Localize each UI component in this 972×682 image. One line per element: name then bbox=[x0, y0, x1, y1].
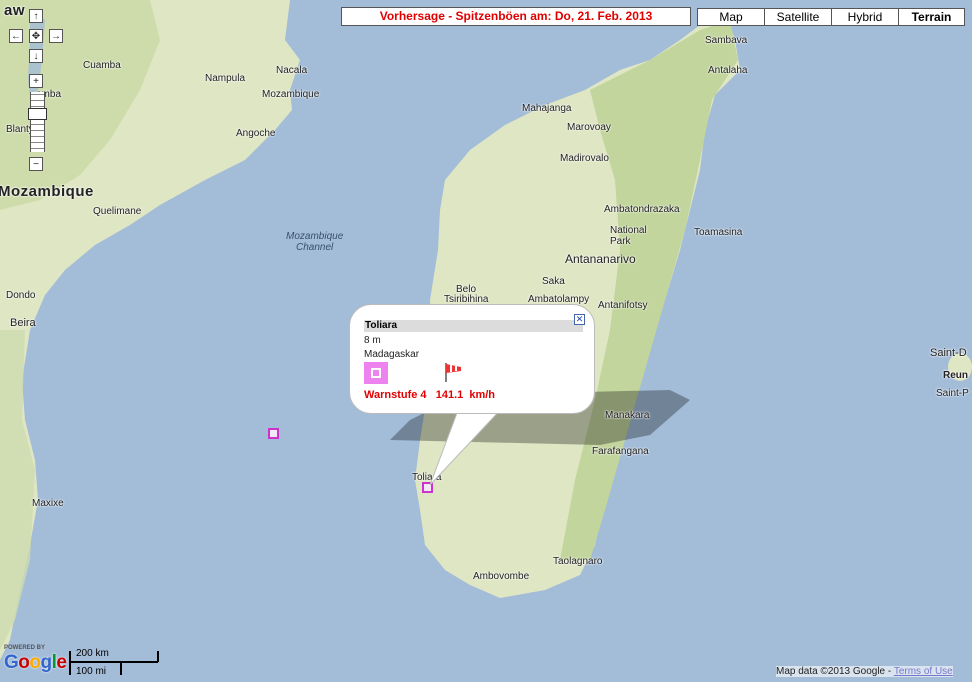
arrow-right-icon: → bbox=[51, 31, 61, 42]
city-antanifotsy: Antanifotsy bbox=[598, 300, 648, 311]
city-quelimane: Quelimane bbox=[93, 206, 142, 217]
google-logo[interactable]: Google bbox=[4, 652, 67, 674]
city-saint-denis: Saint-D bbox=[930, 347, 967, 359]
map-type-hybrid-button[interactable]: Hybrid bbox=[831, 8, 899, 26]
city-nacala: Nacala bbox=[276, 65, 308, 76]
zoom-slider-track[interactable] bbox=[30, 92, 45, 152]
city-cuamba: Cuamba bbox=[83, 60, 121, 71]
city-ambatondrazaka: Ambatondrazaka bbox=[604, 204, 680, 215]
pan-center-button[interactable]: ✥ bbox=[29, 29, 43, 43]
pan-left-button[interactable]: ← bbox=[9, 29, 23, 43]
country-label-malawi: aw bbox=[4, 2, 26, 19]
city-nampula: Nampula bbox=[205, 73, 246, 84]
popup-elevation: 8 m bbox=[364, 335, 381, 346]
sea-label-line2: Channel bbox=[296, 242, 334, 253]
pan-down-button[interactable]: ↓ bbox=[29, 49, 43, 63]
label-national-park: National Park bbox=[610, 225, 647, 247]
city-angoche: Angoche bbox=[236, 128, 276, 139]
windsock-icon bbox=[445, 363, 461, 382]
arrow-up-icon: ↑ bbox=[33, 11, 39, 22]
national-park-line2: Park bbox=[610, 236, 631, 247]
country-label-mozambique: Mozambique bbox=[0, 183, 94, 200]
copyright-label: Map data ©2013 Google - bbox=[776, 666, 894, 677]
map-type-map-button[interactable]: Map bbox=[697, 8, 765, 26]
info-popup[interactable]: Toliara ✕ 8 m Madagaskar Warnstufe 4 141… bbox=[349, 304, 595, 414]
map-type-satellite-button[interactable]: Satellite bbox=[764, 8, 832, 26]
city-sambava: Sambava bbox=[705, 35, 748, 46]
terms-of-use-link[interactable]: Terms of Use bbox=[894, 666, 953, 677]
city-mahajanga: Mahajanga bbox=[522, 103, 572, 114]
sea-label-mozambique-channel: Mozambique Channel bbox=[286, 231, 343, 253]
city-toamasina: Toamasina bbox=[694, 227, 743, 238]
channel-marker[interactable] bbox=[268, 428, 279, 439]
popup-title: Toliara bbox=[364, 320, 583, 332]
popup-country: Madagaskar bbox=[364, 349, 420, 360]
map-type-terrain-button[interactable]: Terrain bbox=[898, 8, 965, 26]
city-antananarivo: Antananarivo bbox=[565, 252, 636, 266]
city-ambovombe: Ambovombe bbox=[473, 571, 530, 582]
city-manakara: Manakara bbox=[605, 410, 650, 421]
scale-km-label: 200 km bbox=[76, 648, 109, 659]
city-saint-pierre: Saint-P bbox=[936, 388, 969, 399]
label-reunion: Reun bbox=[943, 370, 968, 381]
forecast-title: Vorhersage - Spitzenböen am: Do, 21. Feb… bbox=[341, 7, 691, 26]
popup-tail bbox=[429, 405, 506, 486]
close-icon[interactable]: ✕ bbox=[574, 314, 585, 325]
popup-warning: Warnstufe 4 141.1 km/h bbox=[364, 389, 496, 401]
pan-right-button[interactable]: → bbox=[49, 29, 63, 43]
arrow-left-icon: ← bbox=[11, 31, 21, 42]
pan-center-icon: ✥ bbox=[31, 31, 41, 42]
city-farafangana: Farafangana bbox=[592, 446, 649, 457]
city-mozambique-town: Mozambique bbox=[262, 89, 320, 100]
city-dondo: Dondo bbox=[6, 290, 36, 301]
scale-mi-label: 100 mi bbox=[76, 666, 107, 677]
pan-up-button[interactable]: ↑ bbox=[29, 9, 43, 23]
copyright-text: Map data ©2013 Google - Terms of Use bbox=[776, 666, 953, 677]
city-madirovalo: Madirovalo bbox=[560, 153, 609, 164]
city-antalaha: Antalaha bbox=[708, 65, 748, 76]
city-taolagnaro: Taolagnaro bbox=[553, 556, 603, 567]
zoom-in-button[interactable]: + bbox=[29, 74, 43, 88]
city-maxixe: Maxixe bbox=[32, 498, 64, 509]
national-park-line1: National bbox=[610, 225, 647, 236]
sea-label-line1: Mozambique bbox=[286, 231, 344, 242]
zoom-out-button[interactable]: − bbox=[29, 157, 43, 171]
arrow-down-icon: ↓ bbox=[33, 51, 39, 62]
powered-by-label: POWERED BY bbox=[4, 645, 46, 651]
city-sakay: Saka bbox=[542, 276, 565, 287]
city-beira: Beira bbox=[10, 317, 36, 329]
zoom-slider-thumb[interactable] bbox=[28, 108, 47, 120]
city-marovoay: Marovoay bbox=[567, 122, 611, 133]
warning-level-swatch bbox=[364, 362, 388, 384]
